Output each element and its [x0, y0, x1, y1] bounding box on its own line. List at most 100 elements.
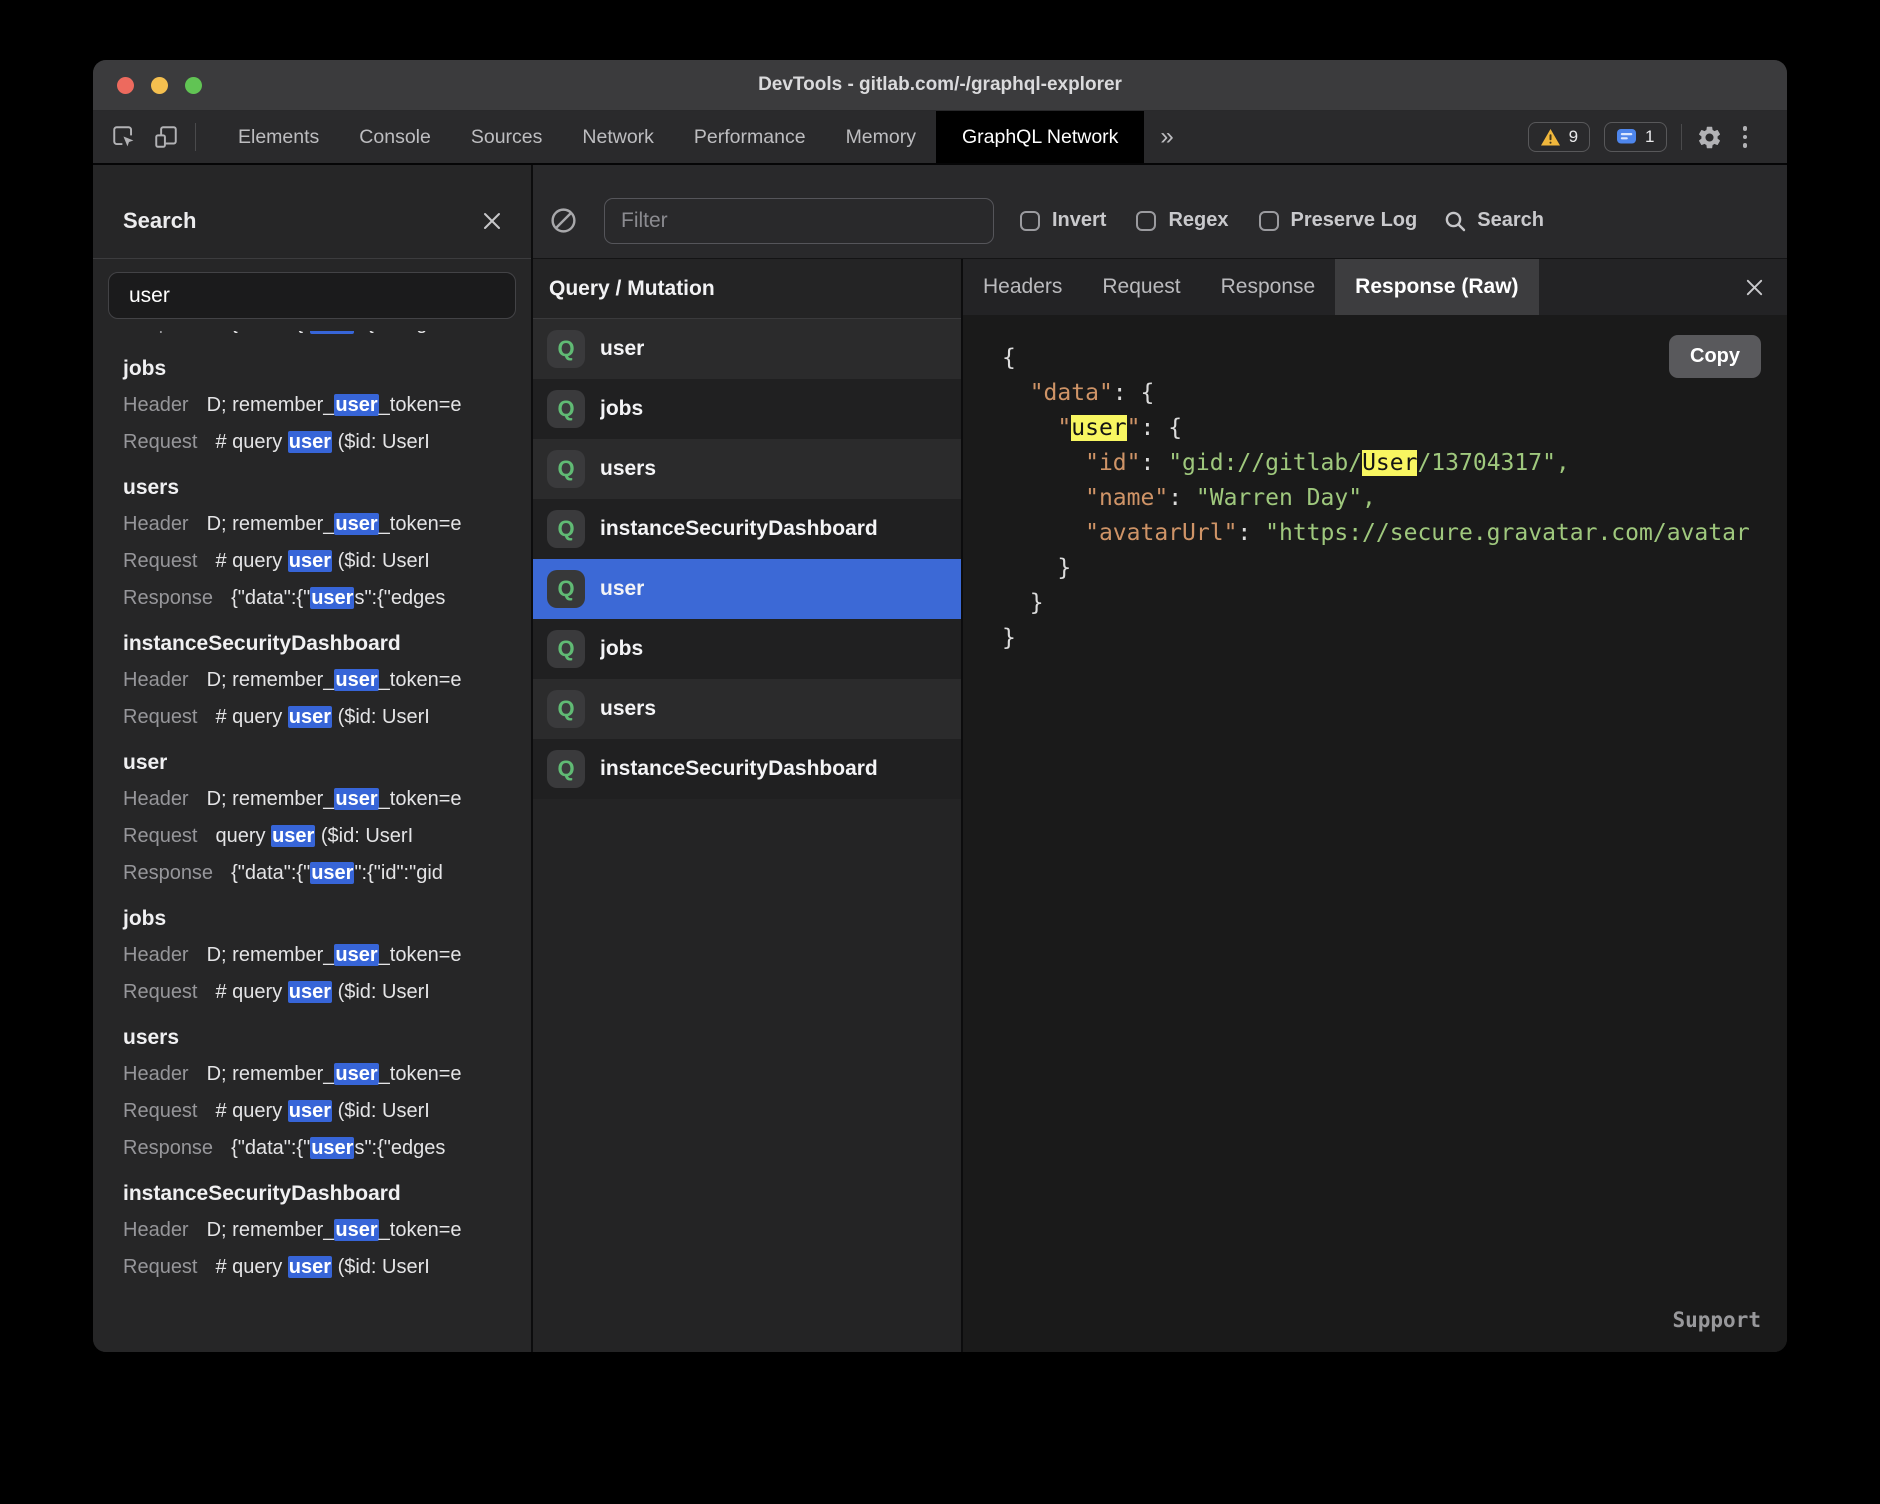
match-highlight: user — [310, 862, 354, 884]
close-response-icon[interactable] — [1722, 259, 1787, 315]
match-highlight: user — [334, 669, 378, 691]
checkbox-label: Regex — [1168, 209, 1228, 232]
checkbox-box[interactable] — [1020, 211, 1040, 231]
response-tab-headers[interactable]: Headers — [963, 259, 1082, 315]
result-line-label: Header — [123, 394, 189, 416]
devtools-tab-sources[interactable]: Sources — [451, 111, 563, 163]
query-list-item[interactable]: Qjobs — [533, 379, 961, 439]
result-line-value: D; remember_user_token=e — [207, 1063, 462, 1085]
result-line-value: # query user ($id: UserI — [216, 550, 430, 572]
close-window-button[interactable] — [117, 77, 134, 94]
result-line[interactable]: HeaderD; remember_user_token=e — [123, 1212, 531, 1249]
json-line: "avatarUrl": "https://secure.gravatar.co… — [1002, 516, 1769, 551]
query-list-item[interactable]: Qjobs — [533, 619, 961, 679]
result-line[interactable]: Response{"data":{"users":{"edges — [123, 1130, 531, 1167]
devtools-tab-network[interactable]: Network — [562, 111, 674, 163]
search-panel-header: Search — [93, 165, 531, 259]
close-search-icon[interactable] — [481, 210, 503, 232]
result-line[interactable]: HeaderD; remember_user_token=e — [123, 662, 531, 699]
settings-gear-icon[interactable] — [1696, 124, 1723, 151]
result-line-value: {"data":{"user":{"id":"gid — [231, 331, 443, 334]
query-label: users — [600, 457, 656, 481]
query-type-badge: Q — [547, 570, 585, 608]
result-section-title: instanceSecurityDashboard — [123, 625, 531, 662]
search-panel: Search Response{"data":{"user":{"id":"gi… — [93, 165, 533, 1352]
devtools-tab-memory[interactable]: Memory — [826, 111, 936, 163]
more-tabs-chevron[interactable]: » — [1144, 111, 1189, 163]
result-line-label: Header — [123, 944, 189, 966]
result-line[interactable]: HeaderD; remember_user_token=e — [123, 1056, 531, 1093]
query-list-item[interactable]: QinstanceSecurityDashboard — [533, 499, 961, 559]
result-line[interactable]: Request# query user ($id: UserI — [123, 1093, 531, 1130]
copy-button[interactable]: Copy — [1669, 335, 1761, 378]
query-list-item[interactable]: Quser — [533, 559, 961, 619]
match-highlight: user — [310, 587, 354, 609]
result-line-label: Header — [123, 788, 189, 810]
result-line-value: {"data":{"user":{"id":"gid — [231, 862, 443, 884]
response-tab-response-raw[interactable]: Response (Raw) — [1335, 259, 1538, 315]
clear-log-icon[interactable] — [549, 206, 578, 235]
query-list-item[interactable]: Qusers — [533, 439, 961, 499]
filter-input[interactable] — [604, 198, 994, 244]
checkbox-label: Invert — [1052, 209, 1106, 232]
checkbox-box[interactable] — [1259, 211, 1279, 231]
result-line[interactable]: Header D; remember_user_token=e — [123, 937, 531, 974]
devtools-tab-console[interactable]: Console — [339, 111, 451, 163]
search-input[interactable] — [108, 272, 516, 319]
result-line-label: Request — [123, 431, 198, 453]
result-section-title: users — [123, 1019, 531, 1056]
checkbox-box[interactable] — [1136, 211, 1156, 231]
result-line[interactable]: Request # query user ($id: UserI — [123, 424, 531, 461]
devtools-tab-elements[interactable]: Elements — [218, 111, 339, 163]
query-mutation-header: Query / Mutation — [533, 259, 961, 319]
regex-checkbox[interactable]: Regex — [1136, 209, 1228, 232]
issues-badge[interactable]: 1 — [1604, 122, 1666, 152]
query-list-item[interactable]: QinstanceSecurityDashboard — [533, 739, 961, 799]
minimize-window-button[interactable] — [151, 77, 168, 94]
result-line[interactable]: Response{"data":{"user":{"id":"gid — [123, 331, 531, 342]
network-toolbar: Invert Regex Preserve Log Search — [533, 165, 1787, 259]
invert-checkbox[interactable]: Invert — [1020, 209, 1106, 232]
devtools-tab-graphql-network[interactable]: GraphQL Network — [936, 111, 1144, 163]
match-highlight: user — [288, 1256, 332, 1278]
response-tab-response[interactable]: Response — [1201, 259, 1336, 315]
inspect-element-icon[interactable] — [111, 124, 137, 150]
result-line[interactable]: Request# query user ($id: UserI — [123, 974, 531, 1011]
preserve-log-checkbox[interactable]: Preserve Log — [1259, 209, 1418, 232]
device-toolbar-icon[interactable] — [153, 124, 179, 150]
warnings-badge[interactable]: 9 — [1528, 122, 1590, 152]
result-line[interactable]: Request# query user ($id: UserI — [123, 1249, 531, 1286]
toolbar-search[interactable]: Search — [1443, 209, 1544, 233]
match-highlight: user — [271, 825, 315, 847]
json-line: "id": "gid://gitlab/User/13704317", — [1002, 446, 1769, 481]
issues-count: 1 — [1645, 127, 1654, 147]
result-line-value: D; remember_user_token=e — [207, 944, 462, 966]
result-section-title: users — [123, 469, 531, 506]
traffic-lights — [117, 60, 202, 110]
zoom-window-button[interactable] — [185, 77, 202, 94]
result-line[interactable]: Response{"data":{"users":{"edges — [123, 580, 531, 617]
kebab-menu-icon[interactable] — [1737, 126, 1754, 148]
result-line-label: Request — [123, 1256, 198, 1278]
result-line[interactable]: Request# query user ($id: UserI — [123, 543, 531, 580]
query-list-item[interactable]: Quser — [533, 319, 961, 379]
support-link[interactable]: Support — [1672, 1303, 1761, 1338]
json-line: } — [1002, 621, 1769, 656]
result-line[interactable]: HeaderD; remember_user_token=e — [123, 781, 531, 818]
result-line[interactable]: Request# query user ($id: UserI — [123, 699, 531, 736]
toolbar-divider — [195, 123, 196, 151]
result-line[interactable]: Response{"data":{"user":{"id":"gid — [123, 855, 531, 892]
result-line[interactable]: HeaderD; remember_user_token=e — [123, 506, 531, 543]
result-line-value: # query user ($id: UserI — [216, 431, 430, 453]
devtools-tab-performance[interactable]: Performance — [674, 111, 826, 163]
json-line: } — [1002, 551, 1769, 586]
result-line[interactable]: Requestquery user ($id: UserI — [123, 818, 531, 855]
search-icon — [1443, 209, 1467, 233]
result-line[interactable]: HeaderD; remember_user_token=e — [123, 387, 531, 424]
match-highlight: user — [334, 513, 378, 535]
match-highlight: user — [288, 981, 332, 1003]
result-section-title: user — [123, 744, 531, 781]
result-line-value: D; remember_user_token=e — [207, 513, 462, 535]
query-list-item[interactable]: Qusers — [533, 679, 961, 739]
response-tab-request[interactable]: Request — [1082, 259, 1200, 315]
